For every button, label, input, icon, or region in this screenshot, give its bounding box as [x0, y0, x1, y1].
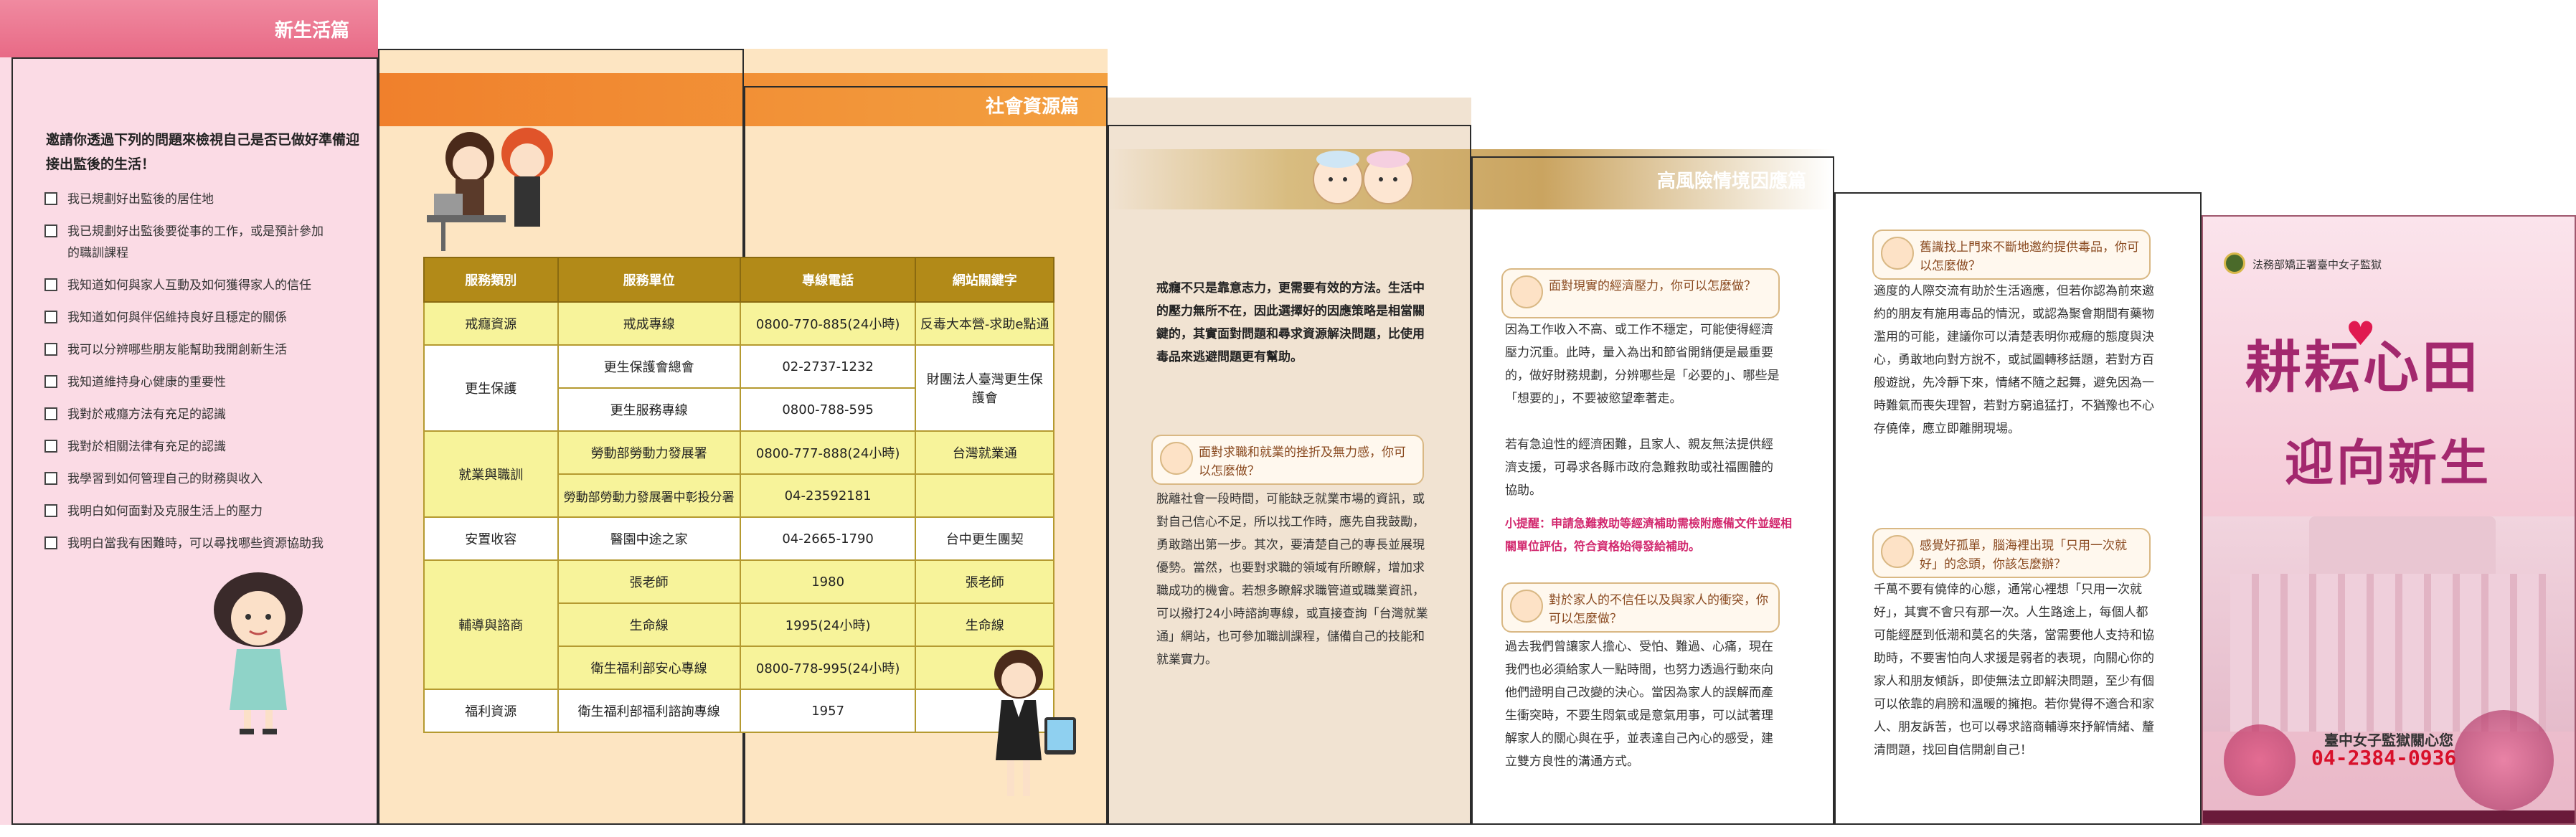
cell-category: 戒癮資源 [423, 301, 559, 346]
cell-unit: 醫園中途之家 [557, 516, 741, 561]
header-phone: 專線電話 [739, 257, 917, 303]
cell-web: 反毒大本營-求助e點通 [915, 301, 1055, 346]
cell-phone: 1995(24小時) [739, 602, 917, 647]
cell-phone: 1980 [739, 559, 917, 604]
cell-phone: 04-2665-1790 [739, 516, 917, 561]
cell-web-empty [915, 473, 1055, 518]
baby-face-icon [1160, 442, 1193, 475]
office-women-illustration [427, 128, 553, 251]
header-category: 服務類別 [423, 257, 559, 303]
answer-family: 過去我們曾讓家人擔心、受怕、難過、心痛，現在我們也必須給家人一點時間，也努力透過… [1505, 640, 1773, 769]
table-row: 戒癮資源 戒成專線 0800-770-885(24小時) 反毒大本營-求助e點通 [423, 301, 1055, 346]
section-title-high-risk: 高風險情境因應篇 [1657, 171, 1807, 192]
table-row: 就業與職訓 勞動部勞動力發展署 0800-777-888(24小時) 台灣就業通 [423, 430, 1055, 518]
header-unit: 服務單位 [557, 257, 741, 303]
answer-job: 脫離社會一段時間，可能缺乏就業市場的資訊，或對自己信心不足，所以找工作時，應先自… [1156, 492, 1428, 667]
babies-illustration [1313, 151, 1413, 204]
section-title-new-life: 新生活篇 [274, 20, 349, 42]
table-row: 輔導與諮商 張老師 1980 張老師 [423, 559, 1055, 690]
header-web: 網站關鍵字 [915, 257, 1055, 303]
table-row: 更生保護 更生保護會總會 02-2737-1232 財團法人臺灣更生保護會 [423, 344, 1055, 432]
cell-category: 就業與職訓 [423, 430, 559, 518]
cell-web: 台中更生團契 [915, 516, 1055, 561]
cell-web: 張老師 [915, 559, 1055, 604]
cell-web: 財團法人臺灣更生保護會 [915, 344, 1055, 432]
cell-unit: 勞動部勞動力發展署 [557, 430, 741, 475]
answer-economic-2: 若有急迫性的經濟困難，且家人、親友無法提供經濟支援，可尋求各縣市政府急難救助或社… [1505, 438, 1773, 498]
cell-phone: 04-23592181 [739, 473, 917, 518]
baby-face-icon [1881, 535, 1914, 568]
answer-economic: 因為工作收入不高、或工作不穩定，可能使得經濟壓力沉重。此時，量入為出和節省開銷便… [1505, 323, 1780, 406]
table-row: 福利資源 衛生福利部福利諮詢專線 1957 [423, 689, 1055, 733]
baby-face-icon [1510, 275, 1543, 308]
cell-unit: 更生服務專線 [557, 387, 741, 432]
question-box-old-friends: 舊識找上門來不斷地邀約提供毒品，你可以怎麼做？ [1872, 230, 2151, 280]
cell-phone: 1957 [739, 689, 917, 733]
businesswoman-illustration [994, 650, 1076, 796]
fold-border-cover [2202, 215, 2576, 825]
baby-face-icon [1881, 237, 1914, 270]
resource-table: 服務類別 服務單位 專線電話 網站關鍵字 戒癮資源 戒成專線 0800-770-… [423, 257, 1055, 733]
cell-unit: 張老師 [557, 559, 741, 604]
cell-category: 更生保護 [423, 344, 559, 432]
cell-unit: 生命線 [557, 602, 741, 647]
cell-web: 台灣就業通 [915, 430, 1055, 475]
header-band-new-life: 新生活篇 [0, 0, 378, 57]
cell-phone: 0800-788-595 [739, 387, 917, 432]
cell-category: 輔導與諮商 [423, 559, 559, 690]
cell-phone: 02-2737-1232 [739, 344, 917, 389]
question-box-job: 面對求職和就業的挫折及無力感，你可以怎麼做？ [1151, 435, 1424, 485]
fold-border-panel1 [11, 57, 378, 825]
baby-face-icon [1510, 590, 1543, 623]
cell-phone: 0800-778-995(24小時) [739, 646, 917, 690]
cell-phone: 0800-770-885(24小時) [739, 301, 917, 346]
question-box-economic: 面對現實的經濟壓力，你可以怎麼做？ [1501, 268, 1780, 318]
tip-note: 小提醒：申請急難救助等經濟補助需檢附應備文件並經相關單位評估，符合資格始得發給補… [1505, 516, 1793, 553]
cell-unit: 衛生福利部福利諮詢專線 [557, 689, 741, 733]
cell-category: 安置收容 [423, 516, 559, 561]
coping-intro-text: 戒癮不只是靠意志力，更需要有效的方法。生活中的壓力無所不在，因此選擇好的因應策略… [1156, 281, 1425, 364]
table-header-row: 服務類別 服務單位 專線電話 網站關鍵字 [423, 257, 1055, 303]
table-row: 安置收容 醫園中途之家 04-2665-1790 台中更生團契 [423, 516, 1055, 561]
cell-unit: 更生保護會總會 [557, 344, 741, 389]
cell-unit: 衛生福利部安心專線 [557, 646, 741, 690]
cell-unit: 戒成專線 [557, 301, 741, 346]
question-box-lonely: 感覺好孤單，腦海裡出現「只用一次就好」的念頭，你該怎麼辦？ [1872, 528, 2151, 578]
question-box-family: 對於家人的不信任以及與家人的衝突，你可以怎麼做？ [1501, 582, 1780, 633]
answer-old-friends: 適度的人際交流有助於生活適應，但若你認為前來邀約的朋友有施用毒品的情況，或認為聚… [1874, 284, 2154, 436]
cell-phone: 0800-777-888(24小時) [739, 430, 917, 475]
cell-unit: 勞動部勞動力發展署中彰投分署 [557, 473, 741, 518]
cell-category: 福利資源 [423, 689, 559, 733]
cell-web: 生命線 [915, 602, 1055, 647]
answer-lonely: 千萬不要有僥倖的心態，通常心裡想「只用一次就好」，其實不會只有那一次。人生路途上… [1874, 582, 2154, 757]
